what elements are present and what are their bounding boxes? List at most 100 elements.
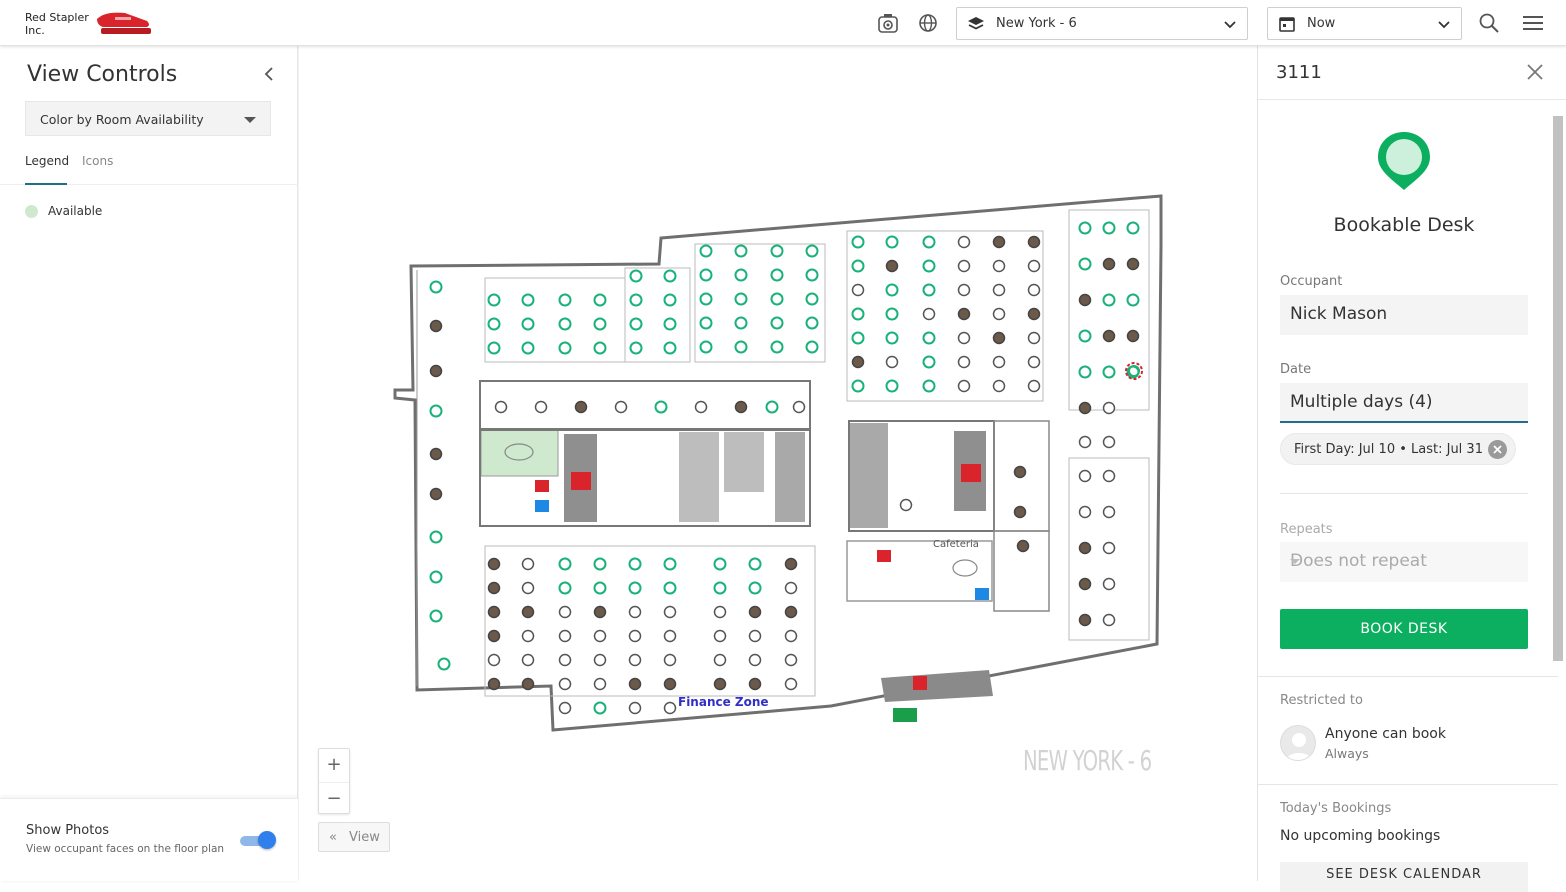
available-desk-marker[interactable] xyxy=(437,657,451,671)
available-desk-marker[interactable] xyxy=(521,317,535,331)
available-desk-marker[interactable] xyxy=(922,331,936,345)
available-desk-marker[interactable] xyxy=(851,259,865,273)
occupied-desk-marker[interactable] xyxy=(784,629,798,643)
available-desk-marker[interactable] xyxy=(558,341,572,355)
available-desk-marker[interactable] xyxy=(851,331,865,345)
occupied-desk-marker[interactable] xyxy=(558,605,572,619)
occupied-desk-marker[interactable] xyxy=(614,400,628,414)
occupied-desk-marker[interactable] xyxy=(663,653,677,667)
occupant-photo-marker[interactable] xyxy=(1013,465,1027,479)
available-desk-marker[interactable] xyxy=(734,316,748,330)
available-desk-marker[interactable] xyxy=(922,379,936,393)
occupied-desk-marker[interactable] xyxy=(1027,355,1041,369)
occupant-photo-marker[interactable] xyxy=(1102,257,1116,271)
available-desk-marker[interactable] xyxy=(1102,365,1116,379)
available-desk-marker[interactable] xyxy=(699,316,713,330)
occupant-photo-marker[interactable] xyxy=(1078,577,1092,591)
occupant-field[interactable]: Nick Mason xyxy=(1280,295,1528,335)
occupied-desk-marker[interactable] xyxy=(1027,331,1041,345)
close-icon[interactable] xyxy=(1526,63,1544,81)
occupant-photo-marker[interactable] xyxy=(487,677,501,691)
occupied-desk-marker[interactable] xyxy=(534,400,548,414)
available-desk-marker[interactable] xyxy=(765,400,779,414)
available-desk-marker[interactable] xyxy=(558,317,572,331)
available-desk-marker[interactable] xyxy=(628,581,642,595)
available-desk-marker[interactable] xyxy=(629,293,643,307)
occupant-photo-marker[interactable] xyxy=(1126,257,1140,271)
occupied-desk-marker[interactable] xyxy=(521,557,535,571)
occupied-desk-marker[interactable] xyxy=(957,235,971,249)
search-icon[interactable] xyxy=(1478,12,1502,36)
zoom-in-button[interactable]: + xyxy=(319,749,349,781)
occupant-photo-marker[interactable] xyxy=(992,235,1006,249)
available-desk-marker[interactable] xyxy=(521,341,535,355)
book-desk-button[interactable]: BOOK DESK xyxy=(1280,609,1528,649)
occupied-desk-marker[interactable] xyxy=(558,653,572,667)
occupied-desk-marker[interactable] xyxy=(494,400,508,414)
available-desk-marker[interactable] xyxy=(734,340,748,354)
available-desk-marker[interactable] xyxy=(699,292,713,306)
occupant-photo-marker[interactable] xyxy=(784,605,798,619)
available-desk-marker[interactable] xyxy=(805,340,819,354)
occupied-desk-marker[interactable] xyxy=(1102,469,1116,483)
webcam-icon[interactable] xyxy=(876,12,900,36)
remove-date-range-button[interactable] xyxy=(1488,440,1507,459)
available-desk-marker[interactable] xyxy=(1102,221,1116,235)
available-desk-marker[interactable] xyxy=(593,557,607,571)
occupant-photo-marker[interactable] xyxy=(487,629,501,643)
available-desk-marker[interactable] xyxy=(663,269,677,283)
available-desk-marker[interactable] xyxy=(629,341,643,355)
occupied-desk-marker[interactable] xyxy=(1078,435,1092,449)
occupant-photo-marker[interactable] xyxy=(574,400,588,414)
occupant-photo-marker[interactable] xyxy=(748,677,762,691)
occupied-desk-marker[interactable] xyxy=(521,629,535,643)
available-desk-marker[interactable] xyxy=(885,379,899,393)
date-field[interactable]: Multiple days (4) xyxy=(1280,383,1528,423)
available-desk-marker[interactable] xyxy=(593,317,607,331)
available-desk-marker[interactable] xyxy=(1126,221,1140,235)
available-desk-marker[interactable] xyxy=(1078,365,1092,379)
available-desk-marker[interactable] xyxy=(1078,221,1092,235)
occupant-photo-marker[interactable] xyxy=(713,677,727,691)
available-desk-marker[interactable] xyxy=(663,317,677,331)
occupant-photo-marker[interactable] xyxy=(429,447,443,461)
occupied-desk-marker[interactable] xyxy=(899,498,913,512)
occupied-desk-marker[interactable] xyxy=(663,701,677,715)
available-desk-marker[interactable] xyxy=(851,235,865,249)
scrollbar[interactable] xyxy=(1551,100,1565,881)
tab-icons[interactable]: Icons xyxy=(82,154,113,185)
available-desk-marker[interactable] xyxy=(922,355,936,369)
available-desk-marker[interactable] xyxy=(429,404,443,418)
occupied-desk-marker[interactable] xyxy=(694,400,708,414)
available-desk-marker[interactable] xyxy=(429,530,443,544)
occupied-desk-marker[interactable] xyxy=(992,259,1006,273)
occupant-photo-marker[interactable] xyxy=(1078,401,1092,415)
occupied-desk-marker[interactable] xyxy=(558,701,572,715)
occupied-desk-marker[interactable] xyxy=(748,653,762,667)
occupant-photo-marker[interactable] xyxy=(734,400,748,414)
available-desk-marker[interactable] xyxy=(922,235,936,249)
occupied-desk-marker[interactable] xyxy=(784,581,798,595)
available-desk-marker[interactable] xyxy=(1078,257,1092,271)
occupant-photo-marker[interactable] xyxy=(593,605,607,619)
occupant-photo-marker[interactable] xyxy=(885,259,899,273)
available-desk-marker[interactable] xyxy=(663,581,677,595)
occupant-photo-marker[interactable] xyxy=(429,319,443,333)
occupant-photo-marker[interactable] xyxy=(1027,307,1041,321)
occupant-photo-marker[interactable] xyxy=(429,364,443,378)
occupant-photo-marker[interactable] xyxy=(487,557,501,571)
available-desk-marker[interactable] xyxy=(734,244,748,258)
globe-icon[interactable] xyxy=(917,12,941,36)
occupied-desk-marker[interactable] xyxy=(558,629,572,643)
available-desk-marker[interactable] xyxy=(429,609,443,623)
available-desk-marker[interactable] xyxy=(734,268,748,282)
scrollbar-thumb[interactable] xyxy=(1553,116,1563,661)
occupant-photo-marker[interactable] xyxy=(487,605,501,619)
available-desk-marker[interactable] xyxy=(885,307,899,321)
available-desk-marker[interactable] xyxy=(922,283,936,297)
available-desk-marker[interactable] xyxy=(593,701,607,715)
available-desk-marker[interactable] xyxy=(851,379,865,393)
occupied-desk-marker[interactable] xyxy=(663,629,677,643)
occupant-photo-marker[interactable] xyxy=(851,355,865,369)
menu-icon[interactable] xyxy=(1522,12,1546,36)
